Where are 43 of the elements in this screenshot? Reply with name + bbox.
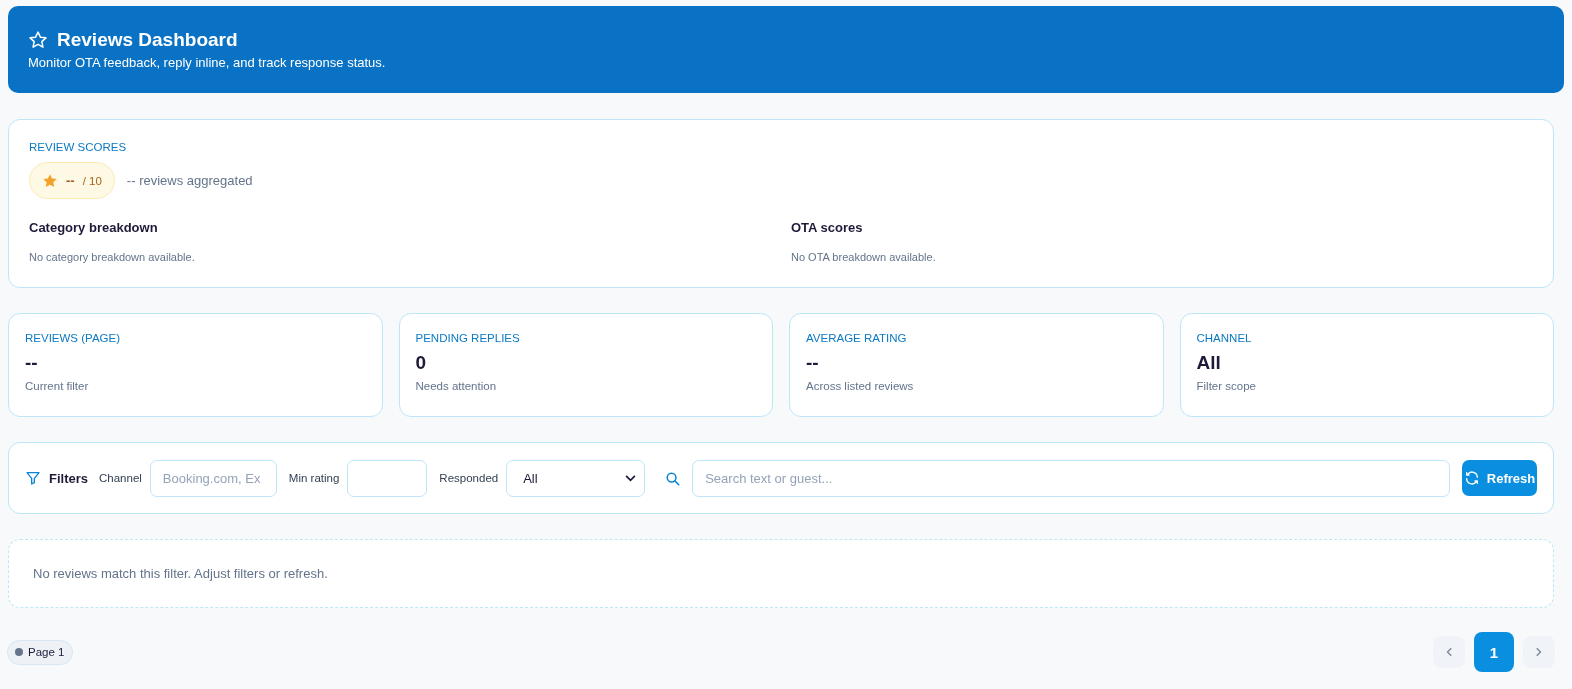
field-label: Responded — [439, 472, 499, 484]
field-label: Channel — [99, 472, 142, 484]
field-label: Min rating — [288, 472, 340, 484]
stat-value: -- — [25, 351, 39, 375]
filters-title: Filters — [49, 470, 88, 486]
filter-icon — [25, 470, 41, 486]
stat-label: PENDING REPLIES — [415, 331, 521, 345]
min-rating-input[interactable] — [347, 459, 428, 497]
channel-input[interactable]: Booking.com, Ex — [149, 459, 277, 497]
stat-value: All — [1196, 351, 1222, 375]
status-dot-icon — [15, 648, 23, 656]
star-icon — [28, 30, 48, 50]
stat-caption: Filter scope — [1196, 379, 1257, 393]
chevron-down-icon — [625, 474, 637, 482]
refresh-icon — [1463, 470, 1480, 486]
reviews-count-text: -- reviews aggregated — [126, 173, 253, 188]
empty-breakdown-text: No OTA breakdown available. — [791, 250, 937, 264]
responded-select[interactable]: All — [506, 459, 646, 497]
refresh-button[interactable]: Refresh — [1462, 460, 1537, 496]
page-number-button[interactable]: 1 — [1474, 632, 1514, 672]
score-value: -- — [66, 173, 75, 188]
stat-label: CHANNEL — [1196, 331, 1253, 345]
star-icon — [42, 172, 58, 189]
stat-value: 0 — [415, 351, 428, 375]
empty-results-text: No reviews match this filter. Adjust filters or refresh. — [33, 566, 328, 581]
chevron-left-icon — [1446, 647, 1452, 657]
stat-caption: Across listed reviews — [806, 379, 915, 393]
section-label: REVIEW SCORES — [29, 140, 128, 154]
page-title: Reviews Dashboard — [57, 28, 238, 52]
score-scale: / 10 — [82, 174, 102, 187]
stat-value: -- — [806, 351, 820, 375]
page-subtitle: Monitor OTA feedback, reply inline, and track response status. — [28, 54, 387, 71]
empty-breakdown-text: No category breakdown available. — [29, 250, 196, 264]
chevron-right-icon — [1536, 647, 1542, 657]
breakdown-title: Category breakdown — [29, 219, 159, 236]
breakdown-title: OTA scores — [791, 219, 864, 236]
search-icon — [665, 470, 681, 486]
stat-caption: Needs attention — [415, 379, 498, 393]
search-input[interactable]: Search text or guest... — [692, 459, 1450, 497]
stat-caption: Current filter — [25, 379, 90, 393]
stat-label: AVERAGE RATING — [806, 331, 908, 345]
stat-label: REVIEWS (PAGE) — [25, 331, 121, 345]
page-label: Page 1 — [28, 646, 65, 658]
